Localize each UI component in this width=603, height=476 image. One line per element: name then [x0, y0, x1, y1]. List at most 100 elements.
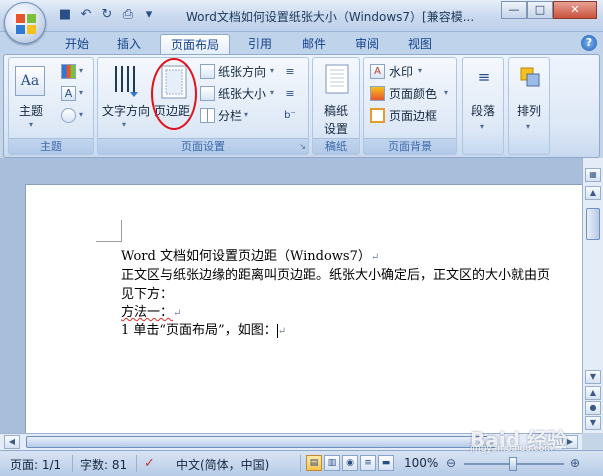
paragraph-button[interactable]: 段落 [471, 102, 495, 119]
theme-colors-icon[interactable] [61, 64, 76, 79]
office-logo-icon [16, 14, 36, 34]
draft-paper-icon[interactable] [325, 64, 349, 94]
word-count[interactable]: 字数: 81 [80, 456, 127, 473]
window-title: Word文档如何设置纸张大小（Windows7）[兼容模... [186, 10, 475, 24]
redo-icon[interactable]: ↻ [98, 6, 116, 24]
title-bar: ■ ↶ ↻ ⎙ ▾ Word文档如何设置纸张大小（Windows7）[兼容模..… [0, 0, 603, 32]
chevron-down-icon: ▾ [526, 122, 531, 131]
orientation-button[interactable]: 纸张方向 [218, 63, 266, 80]
page-count[interactable]: 页面: 1/1 [10, 456, 61, 473]
customize-qat-button[interactable]: ▾ [140, 6, 158, 24]
group-arrange: 排列 ▾ [508, 57, 550, 155]
ruler-toggle-icon[interactable]: ▦ [585, 168, 601, 182]
full-screen-reading-view-icon[interactable]: ▥ [324, 455, 340, 471]
draft-button-line1[interactable]: 稿纸 [324, 102, 348, 119]
text-direction-icon[interactable] [110, 64, 142, 98]
web-layout-view-icon[interactable]: ◉ [342, 455, 358, 471]
breaks-icon[interactable]: ≡ [282, 64, 298, 78]
tab-references[interactable]: 引用 [240, 34, 280, 54]
close-button[interactable]: ✕ [553, 1, 597, 19]
arrange-button[interactable]: 排列 [517, 102, 541, 119]
chevron-down-icon: ▾ [444, 88, 449, 97]
chevron-down-icon: ▾ [480, 122, 485, 131]
draft-view-icon[interactable]: ▬ [378, 455, 394, 471]
previous-page-button[interactable]: ▲ [585, 386, 601, 400]
columns-button[interactable]: 分栏 [218, 107, 242, 124]
page-color-icon[interactable] [370, 86, 385, 101]
page-border-icon[interactable] [370, 108, 385, 123]
highlight-circle [151, 58, 197, 130]
zoom-out-button[interactable]: ⊖ [446, 456, 456, 470]
size-button[interactable]: 纸张大小 [218, 85, 266, 102]
scroll-left-button[interactable]: ◀ [4, 435, 20, 449]
doc-line-4[interactable]: 方法一：↵ [121, 301, 181, 320]
hyphenation-icon[interactable]: b⁻ [282, 108, 298, 122]
group-theme: Aa 主题 ▾ ▾ A ▾ ▾ 主题 [8, 57, 94, 155]
theme-fonts-icon[interactable]: A [61, 86, 76, 101]
theme-effects-icon[interactable] [61, 108, 76, 123]
tab-insert[interactable]: 插入 [108, 34, 150, 54]
chevron-down-icon: ▾ [79, 110, 84, 119]
proofing-icon[interactable]: ✓ [144, 456, 155, 471]
tab-page-layout[interactable]: 页面布局 [160, 34, 230, 54]
chevron-down-icon: ▾ [79, 66, 84, 75]
orientation-icon[interactable] [200, 64, 215, 79]
tab-view[interactable]: 视图 [398, 34, 442, 54]
maximize-button[interactable]: □ [527, 1, 553, 19]
paragraph-icon[interactable]: ≡ [473, 66, 495, 88]
group-label-theme: 主题 [9, 138, 93, 154]
doc-line-1[interactable]: Word 文档如何设置页边距（Windows7）↵ [121, 245, 379, 264]
language-indicator[interactable]: 中文(简体，中国) [176, 456, 269, 473]
scroll-down-button[interactable]: ▼ [585, 370, 601, 384]
zoom-in-button[interactable]: ⊕ [570, 456, 580, 470]
chevron-down-icon: ▾ [244, 110, 249, 119]
arrange-icon[interactable] [519, 66, 541, 88]
print-icon[interactable]: ⎙ [119, 6, 137, 24]
quick-access-toolbar: ■ ↶ ↻ ⎙ ▾ [56, 6, 158, 24]
group-draft: 稿纸 设置 稿纸 [312, 57, 360, 155]
save-icon[interactable]: ■ [56, 6, 74, 24]
doc-line-2[interactable]: 正文区与纸张边缘的距离叫页边距。纸张大小确定后，正文区的大小就由页 [121, 264, 582, 283]
size-icon[interactable] [200, 86, 215, 101]
tab-review[interactable]: 审阅 [345, 34, 389, 54]
tab-mailings[interactable]: 邮件 [292, 34, 336, 54]
zoom-slider-thumb[interactable] [509, 457, 517, 471]
watermark-icon[interactable]: A [370, 64, 385, 79]
next-page-button[interactable]: ▼ [585, 416, 601, 430]
doc-line-3[interactable]: 见下方： [121, 283, 173, 302]
tab-home[interactable]: 开始 [56, 34, 98, 54]
page-border-button[interactable]: 页面边框 [389, 107, 437, 124]
outline-view-icon[interactable]: ≡ [360, 455, 376, 471]
group-page-background: A 水印 ▾ 页面颜色 ▾ 页面边框 页面背景 [363, 57, 457, 155]
draft-button-line2[interactable]: 设置 [324, 120, 348, 137]
page-color-button[interactable]: 页面颜色 [389, 85, 437, 102]
minimize-button[interactable]: — [501, 1, 527, 19]
themes-button-label[interactable]: 主题 [19, 102, 43, 119]
office-button[interactable] [4, 2, 46, 44]
themes-icon[interactable]: Aa [15, 66, 45, 96]
print-layout-view-icon[interactable]: ▤ [306, 455, 322, 471]
scroll-up-button[interactable]: ▲ [585, 186, 601, 200]
help-icon[interactable]: ? [581, 35, 597, 51]
select-browse-object-button[interactable]: ● [585, 401, 601, 415]
baidu-watermark-url: jingyan.baidu.com [470, 444, 554, 454]
watermark-button[interactable]: 水印 [389, 63, 413, 80]
vertical-scrollbar[interactable]: ▦ ▲ ▼ ▲ ● ▼ [582, 158, 603, 433]
group-page-setup: 文字方向 ▾ 页边距 纸张方向 ▾ 纸张大小 ▾ 分栏 ▾ ≡ ≡ b⁻ 页面设… [97, 57, 309, 155]
vertical-scroll-thumb[interactable] [586, 208, 600, 240]
line-numbers-icon[interactable]: ≡ [282, 86, 298, 100]
text-direction-button[interactable]: 文字方向 [102, 102, 150, 119]
chevron-down-icon: ▾ [122, 120, 127, 129]
chevron-down-icon: ▾ [29, 120, 34, 129]
horizontal-scroll-thumb[interactable] [26, 436, 496, 448]
chevron-down-icon: ▾ [418, 66, 423, 75]
zoom-level[interactable]: 100% [404, 456, 438, 470]
ribbon: Aa 主题 ▾ ▾ A ▾ ▾ 主题 文字方向 ▾ 页边距 纸张方向 ▾ 纸张大… [3, 54, 600, 158]
columns-icon[interactable] [200, 108, 215, 123]
undo-icon[interactable]: ↶ [77, 6, 95, 24]
chevron-down-icon: ▾ [270, 66, 275, 75]
ribbon-tabs: 开始 插入 页面布局 引用 邮件 审阅 视图 ? [0, 32, 603, 54]
doc-line-5[interactable]: 1 单击“页面布局”，如图：↵ [121, 319, 286, 338]
dialog-launcher-icon[interactable]: ↘ [299, 142, 306, 151]
group-label-page-background: 页面背景 [364, 138, 456, 154]
